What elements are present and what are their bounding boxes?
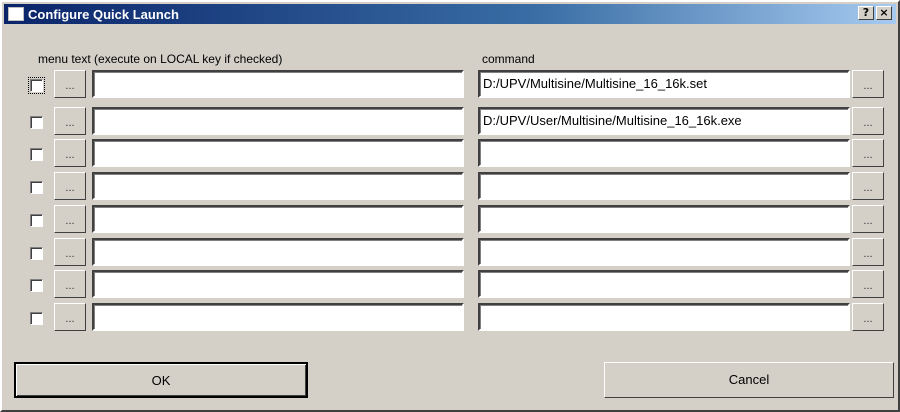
command-input[interactable] [478, 238, 850, 266]
menu-text-input[interactable] [92, 107, 464, 135]
menu-text-browse-button[interactable]: ... [54, 107, 86, 135]
menu-text-header: menu text (execute on LOCAL key if check… [38, 52, 283, 66]
menu-text-input[interactable] [92, 238, 464, 266]
menu-text-input[interactable] [92, 205, 464, 233]
local-key-checkbox[interactable] [28, 77, 45, 94]
command-input[interactable] [478, 303, 850, 331]
quick-launch-row: ...... [2, 172, 898, 200]
command-browse-button[interactable]: ... [852, 107, 884, 135]
menu-text-input[interactable] [92, 303, 464, 331]
local-key-checkbox[interactable] [30, 181, 43, 194]
local-key-checkbox[interactable] [30, 214, 43, 227]
local-key-checkbox[interactable] [30, 148, 43, 161]
command-input[interactable] [478, 270, 850, 298]
cancel-button[interactable]: Cancel [604, 362, 894, 398]
command-browse-button[interactable]: ... [852, 238, 884, 266]
menu-text-browse-button[interactable]: ... [54, 238, 86, 266]
command-input[interactable]: D:/UPV/Multisine/Multisine_16_16k.set [478, 70, 850, 98]
command-input[interactable] [478, 205, 850, 233]
command-input[interactable] [478, 139, 850, 167]
menu-text-browse-button[interactable]: ... [54, 270, 86, 298]
quick-launch-row: ...... [2, 303, 898, 331]
command-browse-button[interactable]: ... [852, 70, 884, 98]
close-button[interactable]: × [876, 6, 892, 20]
command-browse-button[interactable]: ... [852, 270, 884, 298]
window-title: Configure Quick Launch [28, 6, 179, 22]
quick-launch-row: ...... [2, 139, 898, 167]
help-button[interactable]: ? [858, 6, 874, 20]
ok-button[interactable]: OK [14, 362, 308, 398]
command-browse-button[interactable]: ... [852, 303, 884, 331]
menu-text-browse-button[interactable]: ... [54, 205, 86, 233]
menu-text-browse-button[interactable]: ... [54, 303, 86, 331]
command-input[interactable]: D:/UPV/User/Multisine/Multisine_16_16k.e… [478, 107, 850, 135]
quick-launch-row: ... D:/UPV/Multisine/Multisine_16_16k.set… [2, 70, 898, 98]
command-browse-button[interactable]: ... [852, 172, 884, 200]
menu-text-input[interactable] [92, 172, 464, 200]
local-key-checkbox[interactable] [30, 116, 43, 129]
window-icon [8, 7, 24, 21]
quick-launch-row: ...... [2, 238, 898, 266]
quick-launch-row: ... D:/UPV/User/Multisine/Multisine_16_16… [2, 107, 898, 135]
quick-launch-row: ...... [2, 205, 898, 233]
menu-text-browse-button[interactable]: ... [54, 70, 86, 98]
menu-text-browse-button[interactable]: ... [54, 139, 86, 167]
configure-quick-launch-dialog: Configure Quick Launch ? × menu text (ex… [0, 0, 900, 412]
local-key-checkbox[interactable] [30, 247, 43, 260]
local-key-checkbox[interactable] [30, 279, 43, 292]
menu-text-input[interactable] [92, 139, 464, 167]
command-browse-button[interactable]: ... [852, 205, 884, 233]
quick-launch-row: ...... [2, 270, 898, 298]
menu-text-input[interactable] [92, 70, 464, 98]
menu-text-input[interactable] [92, 270, 464, 298]
command-input[interactable] [478, 172, 850, 200]
title-bar[interactable]: Configure Quick Launch ? × [4, 4, 896, 24]
command-browse-button[interactable]: ... [852, 139, 884, 167]
menu-text-browse-button[interactable]: ... [54, 172, 86, 200]
local-key-checkbox[interactable] [30, 312, 43, 325]
command-header: command [482, 52, 535, 66]
